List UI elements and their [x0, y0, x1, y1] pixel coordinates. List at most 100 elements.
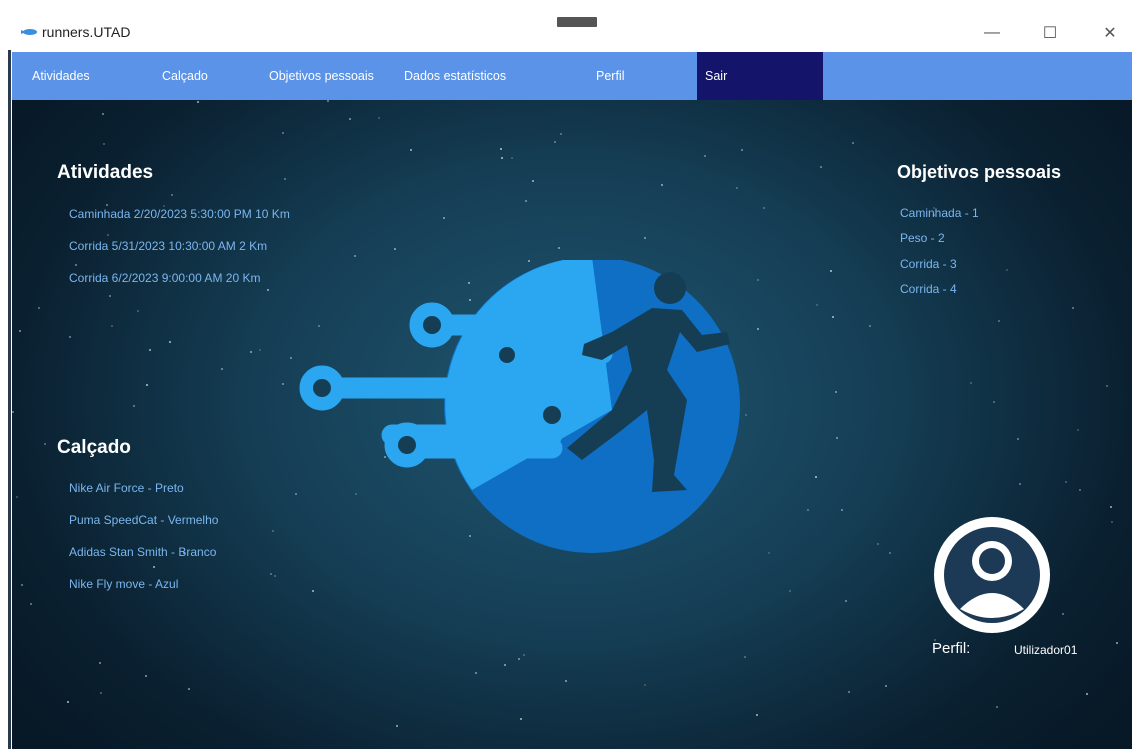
- star: [885, 685, 887, 687]
- star: [149, 349, 151, 351]
- section-title-calcado: Calçado: [57, 437, 131, 458]
- nav-item-calcado[interactable]: Calçado: [162, 52, 208, 100]
- section-title-atividades: Atividades: [57, 162, 154, 183]
- star: [1006, 269, 1008, 271]
- star: [443, 217, 445, 219]
- star: [807, 509, 809, 511]
- star: [111, 325, 113, 327]
- star: [67, 701, 69, 703]
- star: [188, 688, 190, 690]
- star: [852, 142, 854, 144]
- star: [396, 725, 398, 727]
- star: [520, 718, 522, 720]
- nav-item-atividades[interactable]: Atividades: [32, 52, 90, 100]
- user-avatar-icon[interactable]: [932, 515, 1052, 635]
- star: [998, 320, 1000, 322]
- star: [99, 662, 101, 664]
- star: [30, 603, 32, 605]
- star: [153, 566, 155, 568]
- star: [996, 706, 998, 708]
- nav-item-dados-estatisticos[interactable]: Dados estatísticos: [404, 52, 506, 100]
- star: [1086, 693, 1088, 695]
- star: [820, 166, 822, 168]
- star: [378, 117, 380, 119]
- objetivo-item[interactable]: Peso - 2: [900, 231, 945, 245]
- star: [146, 384, 148, 386]
- star: [836, 437, 838, 439]
- star: [171, 194, 173, 196]
- star: [841, 509, 843, 511]
- star: [744, 656, 746, 658]
- star: [1019, 483, 1021, 485]
- nav-item-sair[interactable]: Sair: [697, 52, 823, 100]
- star: [661, 184, 663, 186]
- star: [741, 149, 743, 151]
- minimize-icon: —: [984, 24, 1000, 41]
- star: [354, 255, 356, 257]
- star: [1110, 506, 1112, 508]
- atividade-item[interactable]: Caminhada 2/20/2023 5:30:00 PM 10 Km: [69, 207, 290, 221]
- star: [16, 496, 18, 498]
- star: [284, 178, 286, 180]
- star: [106, 204, 108, 206]
- section-title-objetivos: Objetivos pessoais: [897, 162, 1062, 182]
- star: [19, 330, 21, 332]
- star: [993, 401, 995, 403]
- star: [845, 600, 847, 602]
- star: [518, 658, 520, 660]
- profile-label: Perfil:: [932, 640, 971, 657]
- star: [221, 368, 223, 370]
- star: [970, 382, 972, 384]
- star: [848, 691, 850, 693]
- calcado-item[interactable]: Nike Fly move - Azul: [69, 577, 178, 591]
- star: [312, 590, 314, 592]
- star: [44, 443, 46, 445]
- star: [736, 187, 738, 189]
- star: [532, 180, 534, 182]
- atividade-item[interactable]: Corrida 5/31/2023 10:30:00 AM 2 Km: [69, 239, 267, 253]
- star: [100, 692, 102, 694]
- star: [525, 200, 527, 202]
- atividade-item[interactable]: Corrida 6/2/2023 9:00:00 AM 20 Km: [69, 271, 260, 285]
- star: [272, 530, 274, 532]
- star: [815, 476, 817, 478]
- minimize-button[interactable]: —: [972, 14, 1012, 52]
- nav-item-objetivos-pessoais[interactable]: Objetivos pessoais: [269, 52, 374, 100]
- star: [267, 289, 269, 291]
- star: [830, 270, 832, 272]
- objetivo-item[interactable]: Corrida - 3: [900, 257, 957, 271]
- runner-logo-icon: [299, 260, 740, 553]
- star: [554, 141, 556, 143]
- star: [475, 672, 477, 674]
- maximize-icon: ☐: [1042, 25, 1058, 42]
- drag-handle[interactable]: [557, 17, 597, 27]
- objetivo-item[interactable]: Caminhada - 1: [900, 206, 979, 220]
- star: [1017, 438, 1019, 440]
- star: [789, 590, 791, 592]
- star: [394, 248, 396, 250]
- maximize-button[interactable]: ☐: [1030, 14, 1070, 52]
- star: [504, 664, 506, 666]
- objetivo-item[interactable]: Corrida - 4: [900, 282, 957, 296]
- calcado-item[interactable]: Puma SpeedCat - Vermelho: [69, 513, 218, 527]
- calcado-item[interactable]: Adidas Stan Smith - Branco: [69, 545, 216, 559]
- star: [889, 552, 891, 554]
- star: [500, 148, 502, 150]
- nav-item-perfil[interactable]: Perfil: [596, 52, 624, 100]
- star: [107, 234, 109, 236]
- profile-username[interactable]: Utilizador01: [1014, 643, 1077, 657]
- star: [763, 207, 765, 209]
- star: [869, 325, 871, 327]
- close-icon: ✕: [1103, 25, 1117, 42]
- star: [560, 133, 562, 135]
- star: [327, 100, 329, 102]
- star: [1079, 489, 1081, 491]
- nav-bar: Atividades Calçado Objetivos pessoais Da…: [12, 52, 1132, 100]
- star: [270, 573, 272, 575]
- star: [197, 101, 199, 103]
- star: [75, 264, 77, 266]
- close-button[interactable]: ✕: [1090, 14, 1130, 52]
- star: [250, 351, 252, 353]
- calcado-item[interactable]: Nike Air Force - Preto: [69, 481, 184, 495]
- star: [565, 680, 567, 682]
